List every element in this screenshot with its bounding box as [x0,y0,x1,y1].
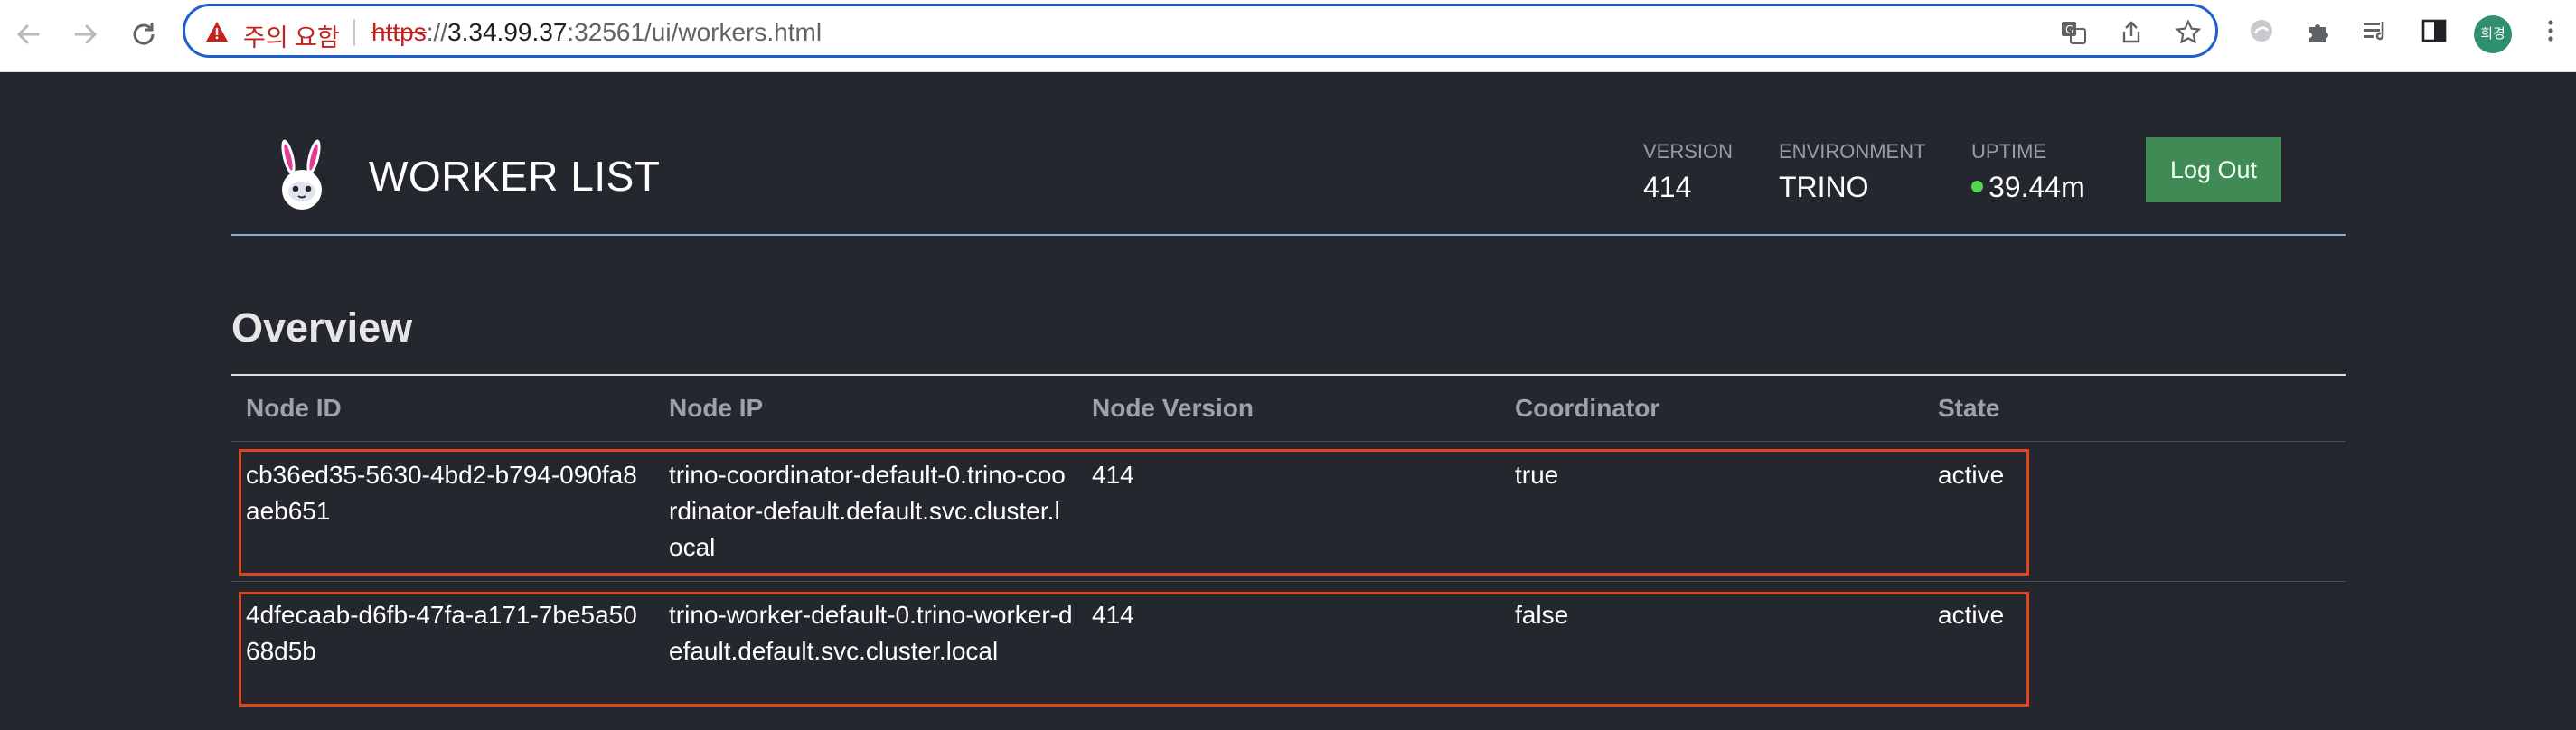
table-top-divider [231,374,2346,376]
coordinator-cell: false [1515,601,1569,629]
node-ip-cell: trino-worker-default-0.trino-worker-defa… [669,601,1073,665]
url-scheme: https [371,18,427,46]
extensions-puzzle-icon[interactable] [2305,16,2334,45]
uptime-status-dot [1971,181,1983,193]
url-path: :32561/ui/workers.html [567,18,823,46]
side-panel-icon[interactable] [2420,16,2449,45]
url-separator: :// [426,18,448,46]
bookmark-star-icon[interactable] [2175,19,2202,46]
state-cell: active [1938,601,2005,629]
version-value: 414 [1643,171,1692,203]
node-version-cell: 414 [1092,461,1134,489]
version-label: VERSION [1643,140,1734,163]
environment-stat: ENVIRONMENT TRINO [1779,140,1926,204]
logout-button[interactable]: Log Out [2146,137,2281,202]
browser-toolbar: 주의 요함 https://3.34.99.37:32561/ui/worker… [0,0,2576,72]
more-menu-icon[interactable] [2536,16,2565,45]
environment-label: ENVIRONMENT [1779,140,1926,163]
forward-icon[interactable] [67,16,103,52]
back-icon[interactable] [11,16,47,52]
version-stat: VERSION 414 [1643,140,1733,204]
column-header-state: State [1938,394,2000,422]
share-icon[interactable] [2118,19,2145,46]
uptime-value: 39.44m [1988,171,2085,203]
column-header-coordinator: Coordinator [1515,394,1660,422]
column-header-node-id: Node ID [246,394,342,422]
environment-value: TRINO [1779,171,1869,203]
uptime-value-wrap: 39.44m [1971,171,2085,204]
reload-icon[interactable] [126,16,162,52]
uptime-label: UPTIME [1971,140,2047,163]
omnibox-divider [353,19,355,46]
url-text[interactable]: https://3.34.99.37:32561/ui/workers.html [371,18,822,47]
profile-avatar[interactable]: 희경 [2474,15,2512,53]
node-ip-cell: trino-coordinator-default-0.trino-coordi… [669,461,1066,561]
coordinator-cell: true [1515,461,1559,489]
section-title: Overview [231,304,413,351]
trino-bunny-logo [281,139,322,210]
translate-icon[interactable]: G [2060,19,2087,46]
warning-icon[interactable] [205,20,229,43]
row-divider [231,581,2346,582]
node-version-cell: 414 [1092,601,1134,629]
security-warning-label[interactable]: 주의 요함 [243,18,340,53]
column-header-node-version: Node Version [1092,394,1254,422]
header-divider [231,234,2346,236]
reading-list-icon[interactable] [2361,16,2390,45]
extension-status-icon[interactable] [2247,16,2276,45]
url-host: 3.34.99.37 [447,18,568,46]
state-cell: active [1938,461,2005,489]
node-id-cell: cb36ed35-5630-4bd2-b794-090fa8aeb651 [246,461,637,525]
header-row-divider [231,441,2346,442]
column-header-node-ip: Node IP [669,394,764,422]
uptime-stat: UPTIME 39.44m [1971,140,2085,204]
node-id-cell: 4dfecaab-d6fb-47fa-a171-7be5a5068d5b [246,601,637,665]
address-bar[interactable]: 주의 요함 https://3.34.99.37:32561/ui/worker… [183,4,2218,58]
page-title: WORKER LIST [369,153,661,200]
